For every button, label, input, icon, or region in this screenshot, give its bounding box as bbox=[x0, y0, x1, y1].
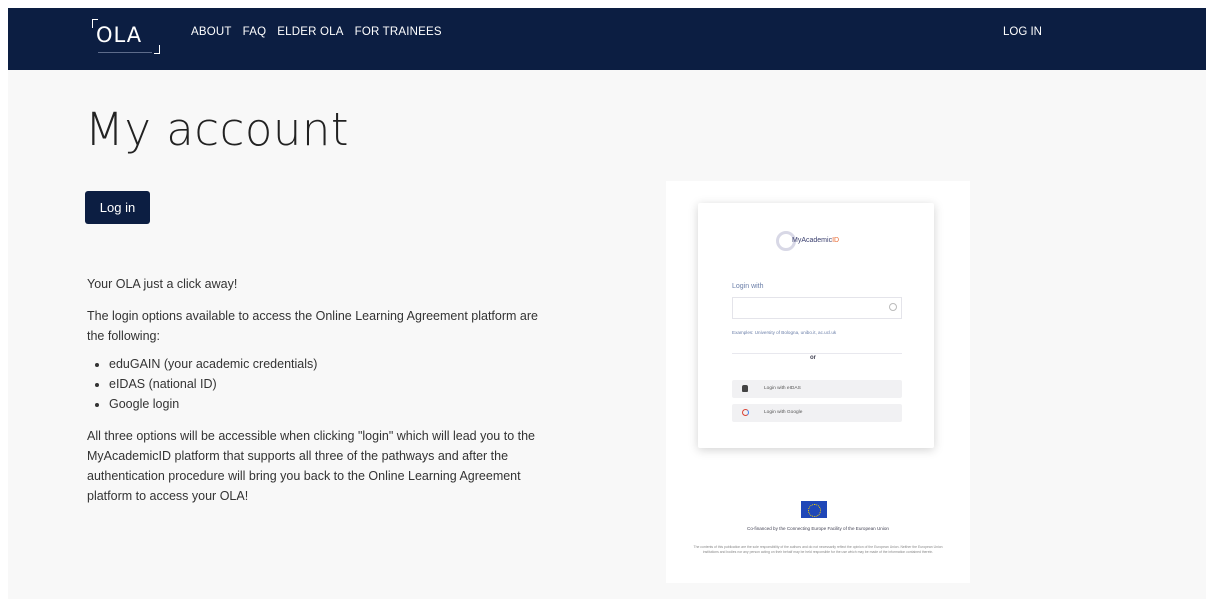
eidas-login-label: Login with eIDAS bbox=[764, 386, 801, 391]
page-title: My account bbox=[85, 103, 350, 156]
options-intro-text: The login options available to access th… bbox=[87, 309, 538, 343]
person-icon bbox=[742, 385, 748, 392]
disclaimer-text: The contents of this publication are the… bbox=[693, 545, 943, 554]
logo-bracket-bottom bbox=[154, 45, 160, 54]
nav-login-link[interactable]: LOG IN bbox=[1003, 26, 1042, 38]
logo-underline bbox=[98, 52, 152, 53]
ola-logo[interactable]: OLA bbox=[92, 19, 162, 59]
top-navigation: OLA ABOUT FAQ ELDER OLA FOR TRAINEES LOG… bbox=[8, 8, 1206, 70]
divider bbox=[732, 353, 902, 354]
list-item: eduGAIN (your academic credentials) bbox=[109, 354, 557, 374]
closing-text: All three options will be accessible whe… bbox=[87, 429, 535, 503]
eu-flag-icon bbox=[801, 501, 827, 518]
menu-item-about[interactable]: ABOUT bbox=[191, 26, 232, 38]
google-icon bbox=[742, 409, 749, 416]
examples-text: Examples: University of Bologna, unibo.i… bbox=[732, 330, 837, 335]
login-button[interactable]: Log in bbox=[85, 191, 150, 224]
login-with-label: Login with bbox=[732, 283, 764, 290]
eidas-login-option: Login with eIDAS bbox=[732, 380, 902, 398]
list-item: Google login bbox=[109, 394, 557, 414]
google-login-option: Login with Google bbox=[732, 404, 902, 422]
or-label: or bbox=[810, 355, 816, 361]
login-options-list: eduGAIN (your academic credentials) eIDA… bbox=[109, 354, 557, 414]
myacademicid-logo-text: MyAcademicID bbox=[792, 237, 840, 244]
menu-item-faq[interactable]: FAQ bbox=[243, 26, 267, 38]
page: OLA ABOUT FAQ ELDER OLA FOR TRAINEES LOG… bbox=[8, 8, 1206, 599]
login-preview-panel: MyAcademicID Login with Examples: Univer… bbox=[698, 203, 934, 448]
menu-item-for-trainees[interactable]: FOR TRAINEES bbox=[355, 26, 442, 38]
menu-item-elder-ola[interactable]: ELDER OLA bbox=[277, 26, 343, 38]
intro-text: Your OLA just a click away! bbox=[87, 277, 238, 291]
login-description: Your OLA just a click away! The login op… bbox=[87, 274, 557, 518]
google-login-label: Login with Google bbox=[764, 410, 803, 415]
myacademicid-logo: MyAcademicID bbox=[776, 229, 866, 255]
list-item: eIDAS (national ID) bbox=[109, 374, 557, 394]
main-menu: ABOUT FAQ ELDER OLA FOR TRAINEES bbox=[191, 26, 442, 38]
institution-search-input bbox=[732, 297, 902, 319]
myacademicid-preview-image: MyAcademicID Login with Examples: Univer… bbox=[666, 181, 970, 583]
cofunded-text: Co-financed by the Connecting Europe Fac… bbox=[747, 526, 889, 531]
logo-text: OLA bbox=[96, 23, 143, 47]
search-icon bbox=[889, 303, 897, 311]
